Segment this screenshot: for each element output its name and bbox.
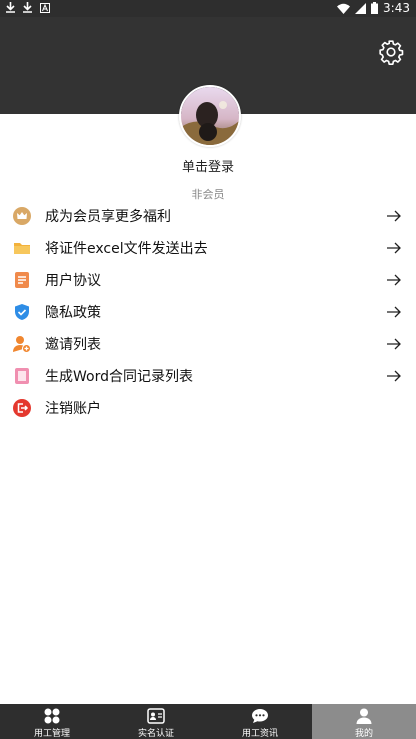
agreement-icon <box>15 272 29 288</box>
settings-menu: 成为会员享更多福利 将证件excel文件发送出去 用户协议 隐私政策 邀请列表 … <box>0 200 416 424</box>
bottom-tab-bar: 用工管理 实名认证 用工资讯 我的 <box>0 704 416 739</box>
arrow-right-icon <box>387 338 401 350</box>
wifi-icon <box>337 3 351 14</box>
menu-item-label: 邀请列表 <box>45 337 101 353</box>
menu-item-label: 用户协议 <box>45 273 101 289</box>
avatar-photo <box>181 87 239 145</box>
menu-item-user-agreement[interactable]: 用户协议 <box>0 264 416 296</box>
tab-label: 用工资讯 <box>241 729 278 739</box>
person-icon <box>356 708 372 724</box>
menu-item-membership[interactable]: 成为会员享更多福利 <box>0 200 416 232</box>
grid-flower-icon <box>44 708 60 724</box>
arrow-right-icon <box>387 210 401 222</box>
tab-employment-management[interactable]: 用工管理 <box>0 704 104 739</box>
status-bar: 3:43 <box>0 0 416 17</box>
document-icon <box>15 368 29 384</box>
settings-gear-icon[interactable] <box>378 39 404 65</box>
download-icon <box>6 2 15 13</box>
battery-icon <box>371 2 379 14</box>
menu-item-send-excel[interactable]: 将证件excel文件发送出去 <box>0 232 416 264</box>
menu-item-label: 隐私政策 <box>45 305 101 321</box>
id-card-icon <box>147 708 165 724</box>
menu-item-word-contracts[interactable]: 生成Word合同记录列表 <box>0 360 416 392</box>
arrow-right-icon <box>387 242 401 254</box>
signal-icon <box>355 2 367 14</box>
logout-icon <box>13 399 31 417</box>
menu-item-invite-list[interactable]: 邀请列表 <box>0 328 416 360</box>
menu-item-label: 将证件excel文件发送出去 <box>45 241 208 257</box>
menu-item-delete-account[interactable]: 注销账户 <box>0 392 416 424</box>
folder-icon <box>14 243 30 254</box>
download-icon <box>23 2 32 13</box>
avatar[interactable] <box>179 85 241 147</box>
arrow-right-icon <box>387 306 401 318</box>
shield-icon <box>15 304 29 320</box>
arrow-right-icon <box>387 370 401 382</box>
tab-label: 我的 <box>354 729 373 739</box>
tab-label: 用工管理 <box>33 729 70 739</box>
invite-user-icon <box>13 336 31 353</box>
menu-item-label: 生成Word合同记录列表 <box>45 369 193 385</box>
tab-mine[interactable]: 我的 <box>312 704 416 739</box>
menu-item-label: 注销账户 <box>45 401 101 417</box>
chat-bubble-icon <box>252 709 268 723</box>
tab-real-name-verification[interactable]: 实名认证 <box>104 704 208 739</box>
tab-employment-news[interactable]: 用工资讯 <box>208 704 312 739</box>
arrow-right-icon <box>387 274 401 286</box>
tab-label: 实名认证 <box>137 729 174 739</box>
menu-item-label: 成为会员享更多福利 <box>45 209 171 225</box>
clock-time: 3:43 <box>383 1 410 15</box>
app-notification-icon <box>40 2 50 13</box>
menu-item-privacy-policy[interactable]: 隐私政策 <box>0 296 416 328</box>
login-link[interactable]: 单击登录 <box>0 156 416 175</box>
crown-icon <box>13 207 31 225</box>
